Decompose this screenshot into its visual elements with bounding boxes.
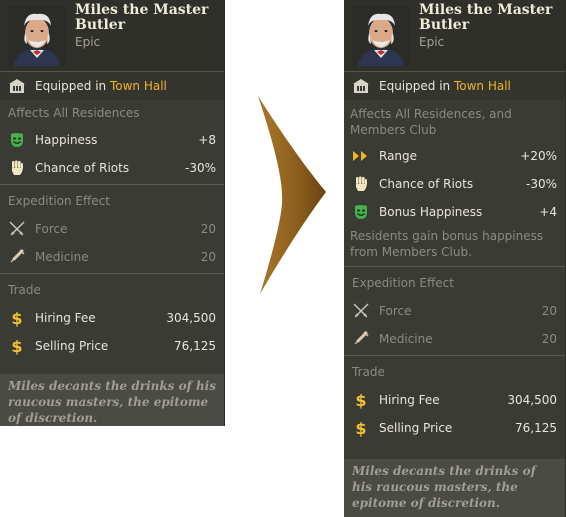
divider bbox=[344, 266, 565, 267]
stat-label: Chance of Riots bbox=[35, 161, 130, 175]
trade-section-title: Trade bbox=[8, 283, 41, 297]
transition-arrow-icon bbox=[258, 96, 326, 294]
expedition-value: 20 bbox=[541, 332, 557, 346]
dollar-icon bbox=[352, 391, 370, 409]
building-icon bbox=[352, 77, 370, 95]
stat-value: +8 bbox=[198, 133, 216, 147]
stat-label: Happiness bbox=[35, 133, 98, 147]
stat-value: -30% bbox=[184, 161, 216, 175]
equipped-row: Equipped in Town Hall bbox=[0, 72, 224, 100]
stat-value: +20% bbox=[520, 149, 557, 163]
affects-label: Affects All Residences bbox=[8, 106, 140, 120]
stat-value: -30% bbox=[525, 177, 557, 191]
flavor-text: Miles decants the drinks of his raucous … bbox=[344, 459, 565, 517]
dollar-icon bbox=[352, 419, 370, 437]
expedition-label: Medicine bbox=[379, 332, 433, 346]
equipped-place: Town Hall bbox=[109, 79, 167, 93]
dollar-icon bbox=[8, 337, 26, 355]
rarity-label: Epic bbox=[419, 35, 445, 49]
stat-value: +4 bbox=[539, 205, 557, 219]
crossed-swords-icon bbox=[352, 302, 370, 320]
card-header: Miles the Master Butler Epic bbox=[344, 0, 565, 72]
syringe-icon bbox=[352, 330, 370, 348]
tooltip-card-before: Miles the Master Butler Epic Equipped in… bbox=[0, 0, 225, 426]
stat-label: Bonus Happiness bbox=[379, 205, 483, 219]
trade-section-title: Trade bbox=[352, 365, 385, 379]
trade-value: 76,125 bbox=[174, 339, 216, 353]
syringe-icon bbox=[8, 248, 26, 266]
card-header: Miles the Master Butler Epic bbox=[0, 0, 224, 72]
expedition-section-title: Expedition Effect bbox=[352, 276, 454, 290]
double-arrow-icon bbox=[352, 147, 370, 165]
expedition-value: 20 bbox=[200, 250, 216, 264]
stat-label: Range bbox=[379, 149, 418, 163]
stat-row: Bonus Happiness +4 bbox=[344, 198, 565, 226]
stat-row: Range +20% bbox=[344, 142, 565, 170]
character-name: Miles the Master Butler bbox=[419, 2, 553, 33]
expedition-label: Force bbox=[35, 222, 68, 236]
trade-value: 304,500 bbox=[166, 311, 216, 325]
butler-portrait bbox=[8, 6, 66, 66]
expedition-label: Medicine bbox=[35, 250, 89, 264]
stat-row: Happiness +8 bbox=[0, 126, 224, 154]
character-name: Miles the Master Butler bbox=[75, 2, 209, 33]
trade-label: Hiring Fee bbox=[35, 311, 96, 325]
trade-row: Selling Price 76,125 bbox=[344, 414, 565, 442]
equipped-prefix: Equipped in bbox=[35, 79, 110, 93]
happy-mask-icon bbox=[352, 203, 370, 221]
trade-row: Hiring Fee 304,500 bbox=[0, 304, 224, 332]
equipped-prefix: Equipped in bbox=[379, 79, 454, 93]
equipped-row: Equipped in Town Hall bbox=[344, 72, 565, 100]
bonus-description: Residents gain bonus happiness from Memb… bbox=[350, 229, 544, 259]
flavor-text: Miles decants the drinks of his raucous … bbox=[0, 374, 224, 426]
divider bbox=[0, 184, 224, 185]
expedition-section-title: Expedition Effect bbox=[8, 194, 110, 208]
trade-label: Hiring Fee bbox=[379, 393, 440, 407]
expedition-row: Medicine 20 bbox=[344, 325, 565, 353]
equipped-place: Town Hall bbox=[453, 79, 511, 93]
trade-value: 76,125 bbox=[515, 421, 557, 435]
expedition-row: Force 20 bbox=[344, 297, 565, 325]
butler-portrait bbox=[352, 6, 410, 66]
trade-label: Selling Price bbox=[379, 421, 453, 435]
trade-value: 304,500 bbox=[507, 393, 557, 407]
affects-label: Affects All Residences, and Members Club bbox=[350, 107, 512, 137]
dollar-icon bbox=[8, 309, 26, 327]
trade-row: Hiring Fee 304,500 bbox=[344, 386, 565, 414]
happy-mask-icon bbox=[8, 131, 26, 149]
rarity-label: Epic bbox=[75, 35, 101, 49]
divider bbox=[344, 355, 565, 356]
fist-icon bbox=[352, 175, 370, 193]
trade-label: Selling Price bbox=[35, 339, 109, 353]
stat-row: Chance of Riots -30% bbox=[0, 154, 224, 182]
crossed-swords-icon bbox=[8, 220, 26, 238]
expedition-label: Force bbox=[379, 304, 412, 318]
stat-row: Chance of Riots -30% bbox=[344, 170, 565, 198]
fist-icon bbox=[8, 159, 26, 177]
expedition-row: Medicine 20 bbox=[0, 243, 224, 271]
expedition-row: Force 20 bbox=[0, 215, 224, 243]
expedition-value: 20 bbox=[200, 222, 216, 236]
stat-label: Chance of Riots bbox=[379, 177, 474, 191]
expedition-value: 20 bbox=[541, 304, 557, 318]
building-icon bbox=[8, 77, 26, 95]
trade-row: Selling Price 76,125 bbox=[0, 332, 224, 360]
tooltip-card-after: Miles the Master Butler Epic Equipped in… bbox=[344, 0, 566, 517]
divider bbox=[0, 273, 224, 274]
